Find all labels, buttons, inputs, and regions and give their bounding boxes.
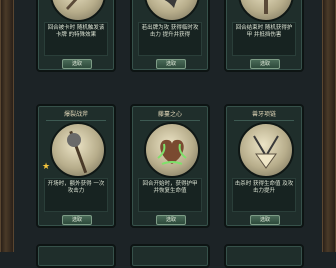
- card-desc: 回合开始时，获得护甲 并恢复生命值: [138, 178, 202, 212]
- card-desc: 回合结束时 随机获得护甲 并抵挡伤害: [232, 22, 296, 56]
- staff-icon: [50, 122, 106, 178]
- select-button[interactable]: 选取: [156, 59, 186, 69]
- hammer-icon: [238, 0, 294, 22]
- card-desc: 若出牌为攻 获得临时攻击力 提升并获得: [138, 22, 202, 56]
- card-8[interactable]: [130, 244, 210, 268]
- card-2[interactable]: 若出牌为攻 获得临时攻击力 提升并获得 选取: [130, 0, 210, 72]
- card-5[interactable]: 藤蔓之心 回合开始时，获得护甲 并恢复生命值 选取: [130, 104, 210, 228]
- card-grid: 回合被卡时 随机触发该卡牌 的特殊效果 选取 若出牌为攻 获得临时攻击力 提升并…: [0, 0, 336, 268]
- raven-icon: [144, 0, 200, 22]
- card-4[interactable]: 爆裂战斧 ★ 开场时，额外获得 一次攻击力 选取: [36, 104, 116, 228]
- card-1[interactable]: 回合被卡时 随机触发该卡牌 的特殊效果 选取: [36, 0, 116, 72]
- select-button[interactable]: 选取: [250, 59, 280, 69]
- card-desc: 回合被卡时 随机触发该卡牌 的特殊效果: [44, 22, 108, 56]
- star-icon: ★: [42, 162, 51, 172]
- card-desc: 击杀时 获得生命值 及攻击力提升: [232, 178, 296, 212]
- select-button[interactable]: 选取: [250, 215, 280, 225]
- card-desc: 开场时，额外获得 一次攻击力: [44, 178, 108, 212]
- card-3[interactable]: 回合结束时 随机获得护甲 并抵挡伤害 选取: [224, 0, 304, 72]
- card-title: 兽牙项链: [234, 110, 294, 121]
- select-button[interactable]: 选取: [62, 215, 92, 225]
- bone-icon: [238, 122, 294, 178]
- card-title: 藤蔓之心: [140, 110, 200, 121]
- heart-icon: [144, 122, 200, 178]
- card-9[interactable]: [224, 244, 304, 268]
- card-7[interactable]: [36, 244, 116, 268]
- card-title: 爆裂战斧: [46, 110, 106, 121]
- card-6[interactable]: 兽牙项链 击杀时 获得生命值 及攻击力提升 选取: [224, 104, 304, 228]
- sword-icon: [50, 0, 106, 22]
- select-button[interactable]: 选取: [62, 59, 92, 69]
- select-button[interactable]: 选取: [156, 215, 186, 225]
